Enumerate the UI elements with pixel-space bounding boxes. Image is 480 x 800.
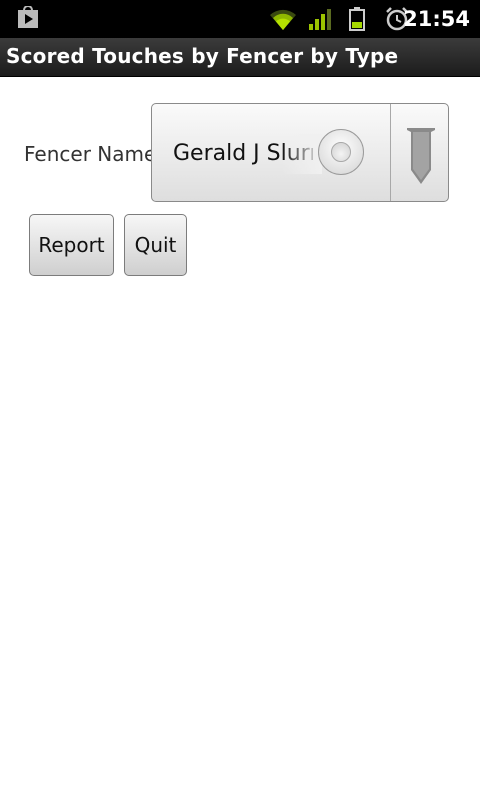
spinner-divider (390, 104, 391, 201)
play-store-icon (16, 5, 40, 34)
wifi-icon (268, 6, 298, 36)
page-title: Scored Touches by Fencer by Type (6, 44, 399, 68)
status-time: 21:54 (403, 7, 470, 31)
radio-button-icon[interactable] (318, 129, 364, 175)
signal-icon (308, 6, 334, 36)
radio-button-inner (331, 142, 351, 162)
text-fade-overlay (282, 134, 322, 174)
fencer-name-label: Fencer Name (24, 142, 157, 166)
report-button[interactable]: Report (29, 214, 114, 276)
quit-button[interactable]: Quit (124, 214, 187, 276)
dropdown-arrow-icon[interactable] (404, 126, 438, 192)
title-bar: Scored Touches by Fencer by Type (0, 38, 480, 77)
battery-icon (348, 6, 366, 36)
fencer-name-spinner[interactable]: Gerald J Slurr (151, 103, 449, 202)
status-bar: 21:54 (0, 0, 480, 38)
